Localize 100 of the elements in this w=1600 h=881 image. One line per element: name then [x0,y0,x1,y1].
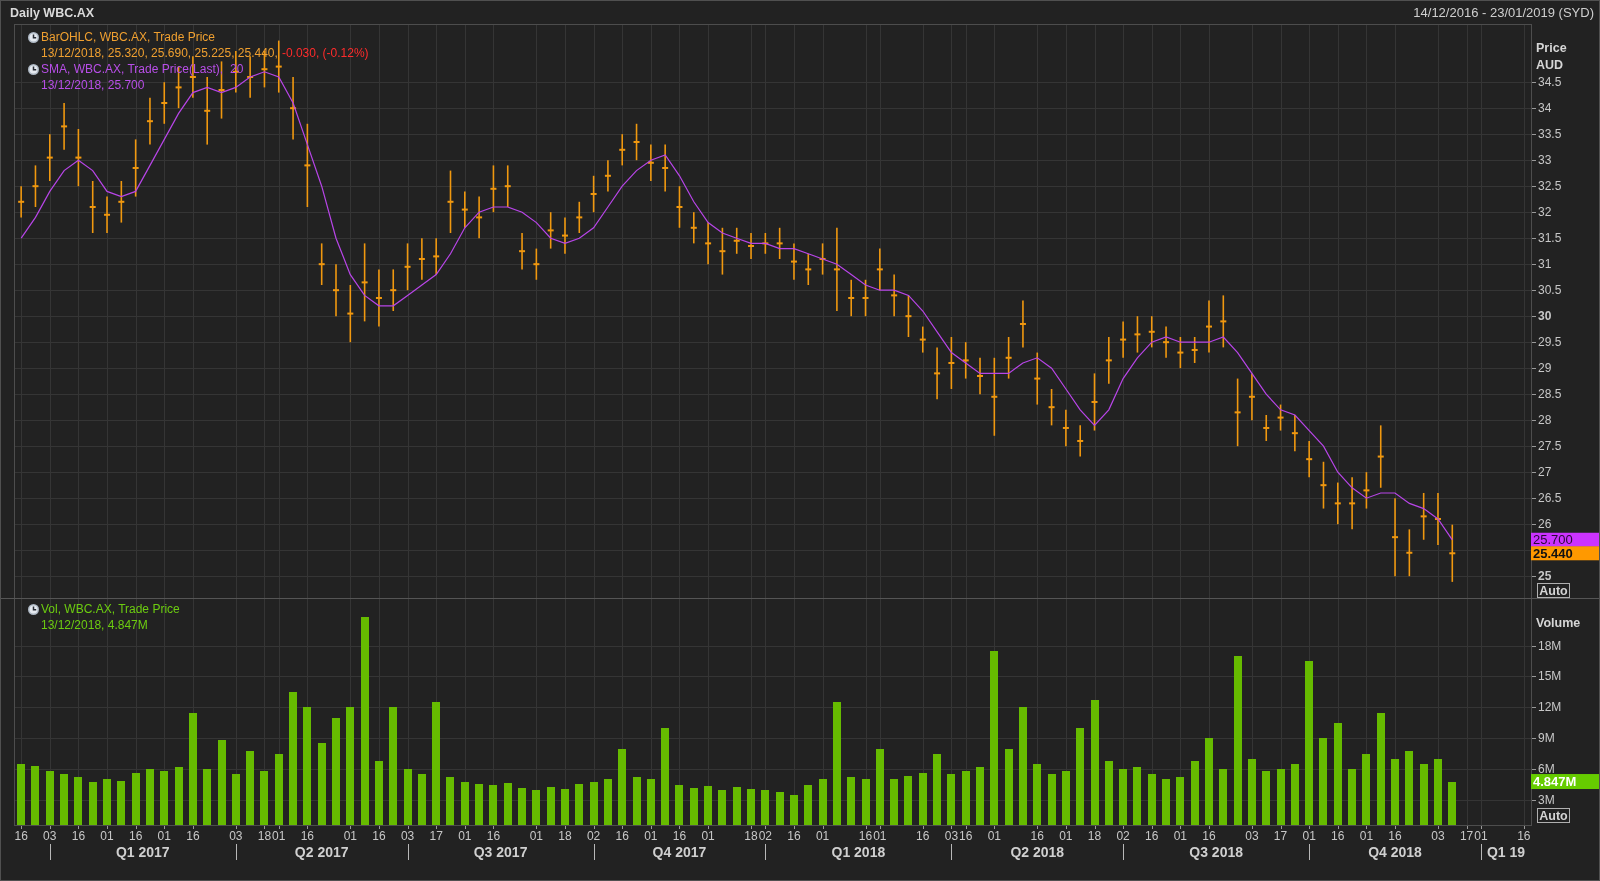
volume-bar [74,777,82,825]
ohlc-bar [161,81,168,125]
volume-bar [103,779,111,825]
ohlc-bar [962,341,969,380]
ohlc-bar [1206,299,1212,354]
quarter-label: Q2 2018 [1010,844,1065,860]
ohlc-bar [1334,481,1341,525]
clock-icon [28,63,39,75]
ohlc-bar [146,97,153,146]
ohlc-bar [447,169,454,234]
ohlc-bar [1134,315,1141,354]
ohlc-bar [1234,377,1241,447]
date-label: 17 [1273,829,1288,843]
window-title: Daily WBC.AX [10,5,95,20]
date-label: 16 [615,829,629,843]
volume-bar [232,774,240,825]
auto-button[interactable]: Auto [1537,583,1570,598]
ohlc-bar [1349,476,1356,531]
ohlc-bar [733,227,740,255]
date-label: 18 [1087,829,1102,843]
ohlc-bar [275,39,282,94]
ohlc-bar [876,247,883,291]
ohlc-bar [604,159,611,193]
price-axis-label: 26 [1538,517,1552,532]
ohlc-bar [676,185,683,229]
date-label: 16 [128,829,143,843]
ohlc-bar [1291,414,1298,453]
value-tag: 4.847M [1531,774,1599,790]
date-label: 01 [157,829,171,843]
volume-bar [1277,769,1285,825]
volume-bar [504,782,512,825]
volume-bar [847,777,855,825]
price-axis-label: 27.5 [1538,439,1562,454]
price-axis-label: 34.5 [1538,75,1562,90]
ohlc-bar [75,128,82,187]
ohlc-bar [1019,299,1026,349]
date-label: 16 [1030,829,1044,843]
date-label: 01 [1474,829,1488,843]
quarter-label: Q1 19 [1486,844,1526,860]
volume-bar [804,784,812,825]
ohlc-bar [1320,460,1327,510]
volume-bar [1162,779,1170,825]
quarter-label: Q3 2018 [1189,844,1243,860]
volume-bar [675,784,683,825]
ohlc-bar [719,227,726,276]
auto-button[interactable]: Auto [1537,808,1570,823]
ohlc-bar [1220,294,1227,349]
volume-bar [962,771,970,825]
ohlc-bar [1263,414,1270,442]
ohlc-bar [1406,528,1413,577]
date-label: 18 [744,829,758,843]
axis-title: Price [1536,41,1567,55]
ohlc-bar [32,164,39,208]
volume-bar [1062,771,1070,825]
date-label: 02 [586,829,601,843]
ohlc-bar [433,237,440,276]
volume-bar [489,784,497,825]
ohlc-bar [533,247,540,281]
date-label: 01 [644,829,658,843]
ohlc-bar [748,232,755,260]
price-axis-label: 30 [1538,309,1552,324]
ohlc-bar [1120,320,1127,359]
ohlc-bar [390,268,397,312]
ohlc-bar [633,123,640,161]
series-values: 13/12/2018, 25.320, 25.690, 25.225, 25.440, [41,45,278,61]
volume-bar [1248,758,1256,825]
ohlc-bar [905,294,912,338]
ohlc-bar [46,133,53,182]
volume-bar [690,787,698,825]
date-label: 16 [672,829,687,843]
volume-bar [1362,753,1370,825]
ohlc-bar [318,242,325,286]
date-label: 16 [1331,829,1345,843]
ohlc-bar [104,195,110,234]
volume-axis-label: 3M [1538,793,1555,808]
date-label: 16 [858,829,873,843]
price-axis-label: 33.5 [1538,127,1562,142]
volume-bar [890,779,898,825]
volume-bar [1191,760,1199,825]
volume-bar [733,786,741,825]
volume-bar [175,767,183,825]
date-label: 03 [944,829,959,843]
date-label: 01 [987,829,1001,843]
volume-bar [1119,769,1127,825]
ohlc-bar [705,221,712,265]
volume-bar [761,789,769,825]
volume-axis-label: 9M [1538,731,1555,746]
date-label: 01 [1359,829,1374,843]
price-axis-label: 33 [1538,153,1552,168]
ohlc-bar [61,102,68,151]
ohlc-bar [562,216,568,255]
date-label: 02 [1116,829,1130,843]
date-label: 03 [229,829,243,843]
ohlc-bar [1377,424,1384,489]
ohlc-bar [1105,336,1112,385]
ohlc-bar [619,133,626,167]
ohlc-bar [1306,440,1313,479]
volume-bar [1434,758,1442,825]
volume-bar [31,766,39,825]
date-label: 16 [1517,829,1531,843]
